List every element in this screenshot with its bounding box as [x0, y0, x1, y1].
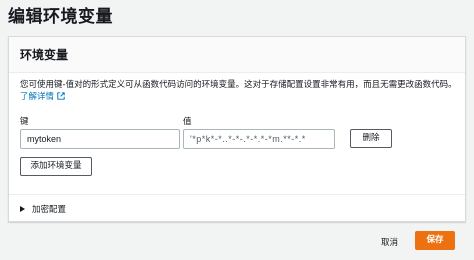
panel-header: 环境变量: [9, 37, 465, 73]
remove-button[interactable]: 删除: [350, 129, 392, 148]
add-environment-variable-button[interactable]: 添加环境变量: [20, 157, 92, 176]
learn-more-label: 了解详情: [20, 92, 55, 102]
key-label: 键: [20, 117, 29, 127]
external-link-icon: [57, 92, 65, 100]
value-input[interactable]: '*p*k*-*..*-*-.*-*.*-*m.**-*.*: [183, 129, 335, 149]
save-button[interactable]: 保存: [415, 231, 455, 250]
key-input[interactable]: mytoken: [20, 129, 180, 149]
cancel-button[interactable]: 取消: [381, 236, 398, 248]
learn-more-link[interactable]: 了解详情: [20, 90, 65, 102]
value-label: 值: [183, 117, 192, 127]
environment-variables-panel: 环境变量 您可使用键-值对的形式定义可从函数代码访问的环境变量。这对于存储配置设…: [8, 36, 466, 222]
divider: [9, 194, 465, 195]
caret-right-icon: [20, 206, 25, 212]
panel-description: 您可使用键-值对的形式定义可从函数代码访问的环境变量。这对于存储配置设置非常有用…: [20, 80, 457, 90]
encryption-config-label: 加密配置: [32, 205, 67, 215]
encryption-config-toggle[interactable]: 加密配置: [20, 203, 66, 215]
page-title: 编辑环境变量: [8, 7, 113, 27]
